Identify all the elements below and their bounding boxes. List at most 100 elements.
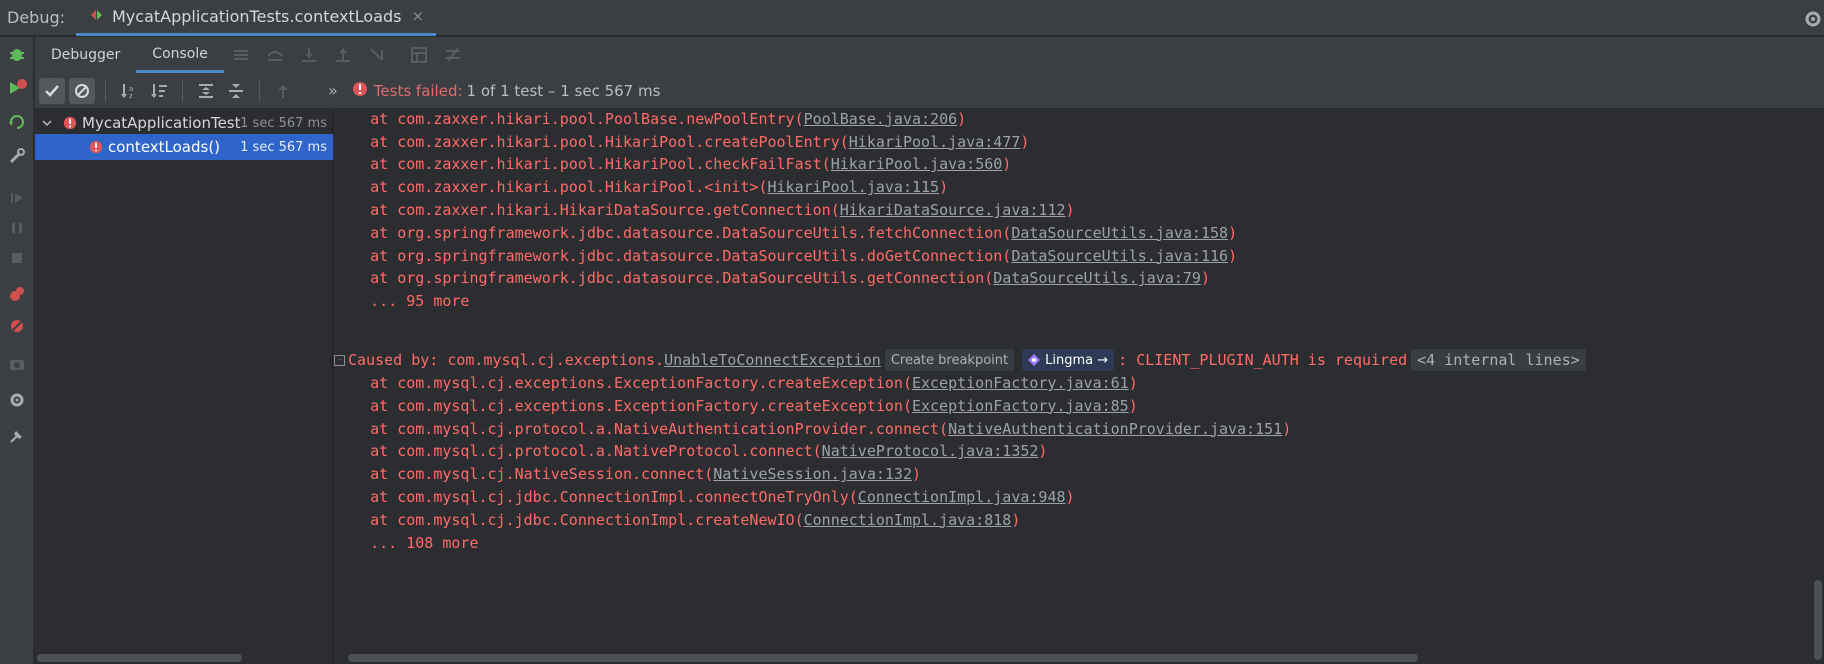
stack-trace-line: ... 95 more [334, 289, 469, 313]
pause-icon [6, 217, 28, 239]
stack-frame-text: at com.mysql.cj.exceptions.ExceptionFact… [334, 396, 912, 415]
reload-icon[interactable] [6, 111, 28, 133]
tree-row-root[interactable]: MycatApplicationTest 1 sec 567 ms [35, 110, 333, 136]
exception-link[interactable]: UnableToConnectException [664, 351, 881, 369]
source-link[interactable]: HikariPool.java:560 [831, 155, 1003, 173]
stack-frame-text: at org.springframework.jdbc.datasource.D… [334, 246, 1012, 265]
mute-breakpoints-icon[interactable] [6, 315, 28, 337]
stack-trace-line: at com.mysql.cj.NativeSession.connect(Na… [334, 462, 921, 486]
sort-duration-icon[interactable] [146, 78, 172, 104]
source-link[interactable]: DataSourceUtils.java:158 [1011, 224, 1228, 242]
left-toolbar [0, 37, 34, 664]
tab-debugger[interactable]: Debugger [35, 37, 136, 73]
source-link[interactable]: PoolBase.java:206 [804, 110, 958, 128]
stack-trace-line: at com.zaxxer.hikari.pool.HikariPool.<in… [334, 175, 948, 199]
svg-text:z: z [129, 92, 133, 100]
view-breakpoints-icon[interactable] [6, 283, 28, 305]
settings-icon[interactable] [6, 389, 28, 411]
tree-item-duration: 1 sec 567 ms [240, 115, 327, 131]
failure-icon [63, 116, 77, 130]
source-link[interactable]: DataSourceUtils.java:79 [993, 269, 1201, 287]
sort-alpha-icon[interactable]: az [116, 78, 142, 104]
stack-frame-text: at com.zaxxer.hikari.HikariDataSource.ge… [334, 201, 840, 219]
console-vertical-scrollbar[interactable] [1814, 580, 1822, 660]
fold-toggle-icon[interactable]: - [334, 354, 345, 366]
modify-config-icon[interactable] [6, 145, 28, 167]
create-breakpoint-button[interactable]: Create breakpoint [884, 349, 1015, 371]
status-failed-label: Tests failed: [373, 81, 463, 100]
stack-trace-line: at org.springframework.jdbc.datasource.D… [334, 221, 1237, 245]
tree-item-label: contextLoads() [108, 138, 221, 156]
stack-frame-close: ) [911, 465, 922, 484]
stack-trace-line: at com.mysql.cj.exceptions.ExceptionFact… [334, 371, 1138, 395]
stack-trace-line: at com.mysql.cj.protocol.a.NativeAuthent… [334, 417, 1291, 441]
test-runner-toolbar: az » Tests failed: 1 of 1 test – 1 sec 5… [35, 73, 1824, 109]
source-link[interactable]: NativeSession.java:132 [713, 465, 912, 483]
tree-item-label: MycatApplicationTest [82, 114, 241, 132]
pin-icon[interactable] [6, 425, 28, 447]
more-actions-icon[interactable]: » [328, 81, 338, 100]
show-passed-icon[interactable] [39, 77, 65, 104]
settings-gear-icon[interactable] [1802, 8, 1824, 30]
chevron-down-icon[interactable] [41, 117, 55, 129]
source-link[interactable]: HikariPool.java:477 [849, 133, 1021, 151]
source-link[interactable]: ConnectionImpl.java:948 [858, 488, 1066, 506]
debug-bug-icon[interactable] [6, 43, 28, 65]
stack-trace-line: at com.mysql.cj.exceptions.ExceptionFact… [334, 394, 1138, 418]
tab-run-config[interactable]: MycatApplicationTests.contextLoads × [76, 0, 437, 36]
stack-frame-text: at com.mysql.cj.protocol.a.NativeAuthent… [334, 419, 949, 438]
source-link[interactable]: NativeAuthenticationProvider.java:151 [948, 420, 1282, 438]
stack-frame-text: at com.mysql.cj.jdbc.ConnectionImpl.crea… [334, 510, 804, 529]
source-link[interactable]: ExceptionFactory.java:61 [912, 374, 1129, 392]
collapse-all-icon[interactable] [223, 78, 249, 104]
console-output[interactable]: at com.zaxxer.hikari.pool.PoolBase.newCo… [334, 110, 1824, 664]
stack-trace-line: at com.zaxxer.hikari.pool.HikariPool.cre… [334, 130, 1029, 154]
stack-trace-line: at com.mysql.cj.jdbc.ConnectionImpl.conn… [334, 485, 1075, 509]
stack-frame-text: ... 95 more [334, 292, 470, 311]
console-horizontal-scrollbar[interactable] [348, 654, 1418, 662]
stack-trace-line: at org.springframework.jdbc.datasource.D… [334, 244, 1237, 268]
source-link[interactable]: NativeProtocol.java:1352 [822, 442, 1039, 460]
stack-frame-text: at com.zaxxer.hikari.pool.PoolBase.newPo… [334, 110, 804, 128]
tree-row-child[interactable]: contextLoads() 1 sec 567 ms [35, 134, 333, 160]
toolbar-separator [259, 79, 260, 102]
internal-lines-toggle[interactable]: <4 internal lines> [1411, 349, 1586, 371]
lingma-label: Lingma → [1045, 352, 1109, 368]
stack-frame-close: ) [1228, 223, 1238, 242]
stack-frame-close: ) [1282, 419, 1292, 438]
close-tab-icon[interactable]: × [412, 7, 425, 25]
toolbar-separator [182, 79, 183, 102]
lingma-button[interactable]: Lingma → [1022, 349, 1115, 371]
lingma-icon [1028, 354, 1041, 366]
tab-console[interactable]: Console [136, 37, 224, 73]
debug-label: Debug: [7, 8, 66, 27]
source-link[interactable]: ConnectionImpl.java:818 [804, 511, 1012, 529]
stack-frame-close: ) [1038, 442, 1048, 461]
status-summary: 1 of 1 test – 1 sec 567 ms [466, 81, 661, 100]
stack-frame-close: ) [1065, 488, 1075, 506]
trace-icon [442, 44, 464, 66]
stack-frame-close: ) [1020, 132, 1030, 151]
caused-by-prefix: Caused by: com.mysql.cj.exceptions. [348, 351, 665, 369]
source-link[interactable]: ExceptionFactory.java:85 [912, 397, 1129, 415]
stack-frame-text: at org.springframework.jdbc.datasource.D… [334, 269, 994, 288]
stack-trace-line: at com.zaxxer.hikari.pool.PoolBase.newPo… [334, 110, 966, 131]
expand-all-icon[interactable] [193, 78, 219, 104]
step-over-icon [264, 44, 286, 66]
source-link[interactable]: DataSourceUtils.java:116 [1011, 247, 1228, 265]
run-debug-icon [90, 7, 104, 26]
step-out-icon [332, 44, 354, 66]
source-link[interactable]: HikariDataSource.java:112 [840, 201, 1066, 219]
camera-icon [6, 353, 28, 375]
rerun-icon[interactable] [6, 77, 28, 99]
exception-message: : CLIENT_PLUGIN_AUTH is required [1118, 351, 1408, 369]
run-to-cursor-icon [366, 44, 388, 66]
source-link[interactable]: HikariPool.java:115 [767, 178, 939, 196]
toolbar-separator [105, 79, 106, 102]
stack-frame-close: ) [1011, 510, 1021, 529]
menu-icon[interactable] [230, 44, 252, 66]
show-ignored-icon[interactable] [69, 77, 95, 104]
tree-horizontal-scrollbar[interactable] [37, 654, 242, 662]
test-status: Tests failed: 1 of 1 test – 1 sec 567 ms [352, 81, 661, 101]
stack-trace-line: at com.mysql.cj.jdbc.ConnectionImpl.crea… [334, 508, 1020, 532]
